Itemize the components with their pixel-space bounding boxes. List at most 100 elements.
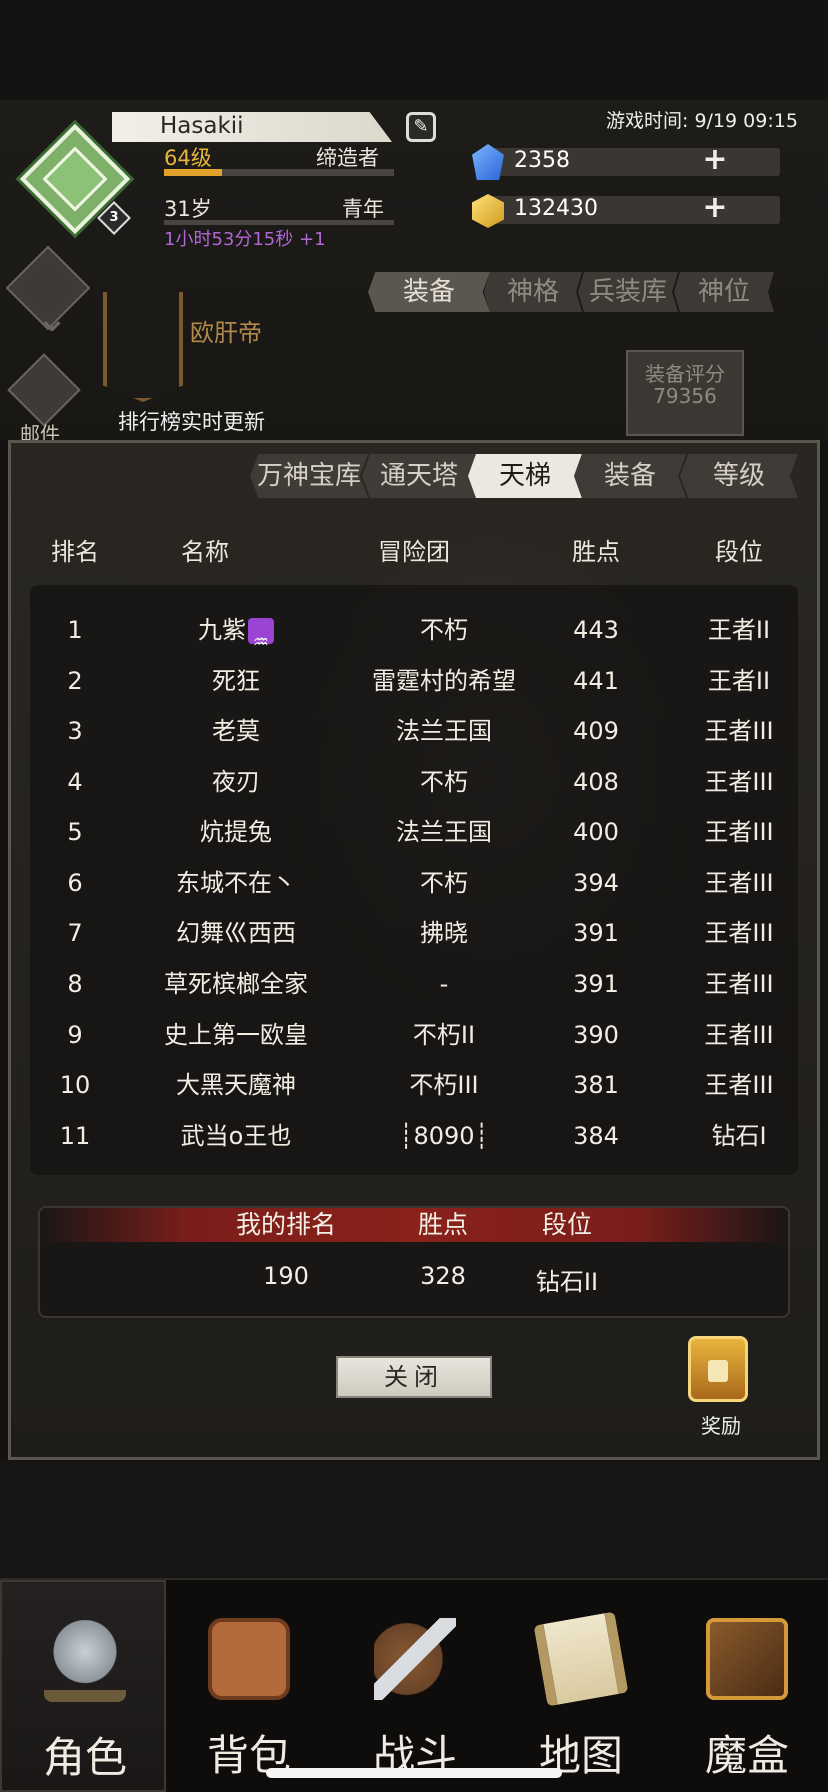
cell-guild: 拂晓 — [420, 919, 468, 947]
nav-character[interactable]: 角色 — [0, 1580, 166, 1792]
table-row[interactable]: 7 幻舞巛西西 拂晓 391 王者III — [30, 908, 798, 959]
cell-points: 394 — [573, 869, 619, 897]
cell-guild: 法兰王国 — [396, 818, 492, 846]
rank-update-note: 排行榜实时更新 — [118, 410, 265, 434]
player-name: Hasakii — [160, 113, 244, 139]
cell-rank: 6 — [67, 869, 83, 897]
table-row[interactable]: 5 炕提兔 法兰王国 400 王者III — [30, 807, 798, 858]
equip-score-label: 装备评分 — [645, 362, 725, 386]
cell-rank: 3 — [67, 717, 83, 745]
sword-shield-icon — [374, 1618, 456, 1700]
cell-points: 408 — [573, 768, 619, 796]
level-text: 64级 — [164, 146, 212, 170]
tab-armory[interactable]: 兵装库 — [578, 272, 678, 312]
cell-rank: 5 — [67, 818, 83, 846]
game-time: 游戏时间: 9/19 09:15 — [606, 110, 798, 132]
magic-box-icon — [706, 1618, 788, 1700]
my-points-value: 328 — [420, 1262, 466, 1290]
tab-sky-tower[interactable]: 通天塔 — [362, 454, 476, 498]
tab-divinity[interactable]: 神格 — [484, 272, 582, 312]
chevron-down-icon: ⌄ — [35, 295, 69, 341]
home-indicator[interactable] — [266, 1768, 562, 1778]
table-row[interactable]: 8 草死槟榔全家 - 391 王者III — [30, 959, 798, 1010]
table-row[interactable]: 6 东城不在丶 不朽 394 王者III — [30, 858, 798, 909]
close-button[interactable]: 关闭 — [336, 1356, 492, 1398]
name-plate — [112, 112, 392, 142]
equip-score-value: 79356 — [653, 384, 717, 408]
cell-guild: 不朽 — [420, 616, 468, 644]
cell-tier: 王者III — [704, 1021, 774, 1049]
cell-rank: 8 — [67, 970, 83, 998]
tab-equipment[interactable]: 装备 — [368, 272, 490, 312]
table-row[interactable]: 2 死狂 雷霆村的希望 441 王者II — [30, 656, 798, 707]
cell-tier: 钻石I — [711, 1122, 767, 1150]
table-row[interactable]: 9 史上第一欧皇 不朽II 390 王者III — [30, 1010, 798, 1061]
cell-guild: - — [439, 970, 449, 998]
tab-pantheon-vault[interactable]: 万神宝库 — [250, 454, 368, 498]
table-row[interactable]: 3 老莫 法兰王国 409 王者III — [30, 706, 798, 757]
top-bar — [0, 0, 828, 100]
cell-points: 390 — [573, 1021, 619, 1049]
my-rank-value: 190 — [263, 1262, 309, 1290]
column-header-name: 名称 — [181, 538, 229, 566]
column-header-points: 胜点 — [572, 538, 620, 566]
cell-name-text: 九紫 — [198, 616, 246, 644]
player-title: 欧肝帝 — [190, 319, 262, 347]
table-row[interactable]: 11 武当o王也 ┊8090┊ 384 钻石I — [30, 1111, 798, 1162]
add-gold-button[interactable]: + — [702, 193, 728, 223]
tab-god-rank[interactable]: 神位 — [674, 272, 774, 312]
tab-equipment-rank[interactable]: 装备 — [574, 454, 686, 498]
nav-magic-box[interactable]: 魔盒 — [664, 1580, 828, 1792]
nav-map[interactable]: 地图 — [498, 1580, 664, 1792]
backpack-icon — [208, 1618, 290, 1700]
my-rank-label: 我的排名 — [235, 1210, 336, 1239]
age-timer: 1小时53分15秒 +1 — [164, 229, 326, 250]
cell-points: 443 — [573, 616, 619, 644]
cell-guild: 不朽 — [420, 869, 468, 897]
life-stage: 青年 — [342, 197, 384, 221]
table-row[interactable]: 4 夜刃 不朽 408 王者III — [30, 757, 798, 808]
cell-tier: 王者III — [704, 869, 774, 897]
cell-rank: 2 — [67, 667, 83, 695]
cell-guild: ┊8090┊ — [399, 1122, 489, 1150]
cell-rank: 11 — [59, 1122, 91, 1150]
my-tier-label: 段位 — [541, 1210, 592, 1239]
cell-guild: 法兰王国 — [396, 717, 492, 745]
my-points-label: 胜点 — [417, 1210, 468, 1239]
level-badge-text: 3 — [109, 210, 119, 225]
cell-tier: 王者III — [704, 717, 774, 745]
cell-guild: 不朽II — [412, 1021, 476, 1049]
cell-rank: 4 — [67, 768, 83, 796]
cell-rank: 10 — [59, 1071, 91, 1099]
cell-rank: 9 — [67, 1021, 83, 1049]
nav-label: 角色 — [42, 1733, 127, 1782]
helmet-icon — [44, 1620, 126, 1702]
cell-points: 441 — [573, 667, 619, 695]
cell-points: 391 — [573, 970, 619, 998]
gold-count: 132430 — [514, 196, 598, 221]
aquarius-icon: ♒ — [248, 618, 274, 653]
below-modal-area — [0, 1462, 828, 1582]
tab-ladder[interactable]: 天梯 — [468, 454, 582, 498]
nav-backpack[interactable]: 背包 — [166, 1580, 332, 1792]
edit-icon[interactable]: ✎ — [406, 112, 436, 142]
cell-points: 391 — [573, 919, 619, 947]
nav-battle[interactable]: 战斗 — [332, 1580, 498, 1792]
my-tier-value: 钻石II — [535, 1268, 599, 1296]
tab-level-rank[interactable]: 等级 — [680, 454, 798, 498]
column-header-tier: 段位 — [715, 538, 763, 566]
cell-tier: 王者III — [704, 818, 774, 846]
table-row[interactable]: 10 大黑天魔神 不朽III 381 王者III — [30, 1060, 798, 1111]
cell-tier: 王者III — [704, 768, 774, 796]
level-progress-fill — [164, 169, 222, 176]
table-row[interactable]: 1 九紫 ♒ 不朽 443 王者II — [30, 605, 798, 656]
column-header-rank: 排名 — [51, 538, 99, 566]
cell-tier: 王者II — [707, 616, 771, 644]
cell-points: 400 — [573, 818, 619, 846]
cell-points: 384 — [573, 1122, 619, 1150]
reward-label: 奖励 — [701, 1414, 741, 1438]
cell-guild: 雷霆村的希望 — [372, 667, 516, 695]
cell-rank: 7 — [67, 919, 83, 947]
add-gems-button[interactable]: + — [702, 145, 728, 175]
cell-guild: 不朽 — [420, 768, 468, 796]
